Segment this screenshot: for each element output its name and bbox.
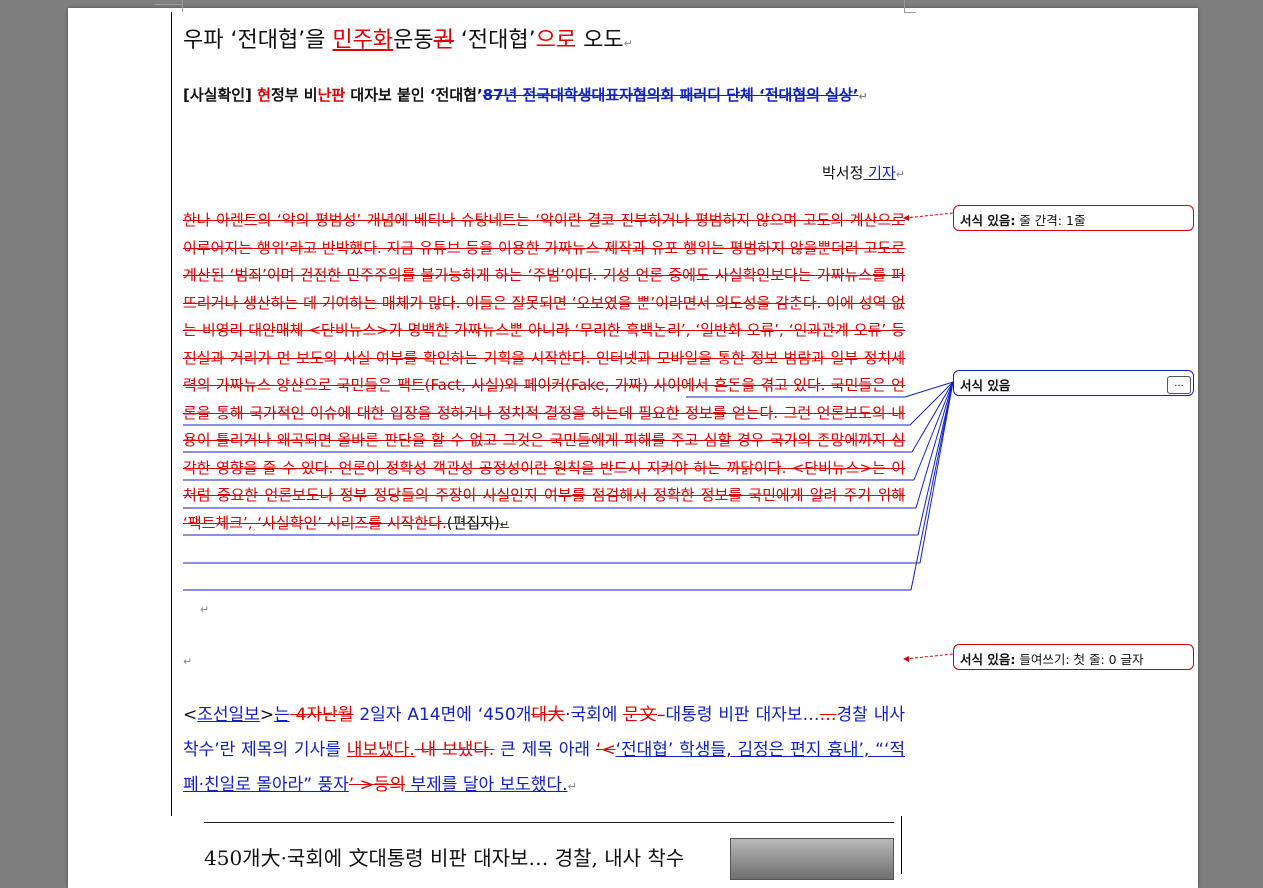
quote-deleted-bracket: ‘< [595, 740, 616, 760]
title-inserted-minjuhwa: 민주화 [332, 28, 394, 53]
quote-inserted-neun: 는 [274, 705, 290, 725]
title-inserted-euro: 으로 [535, 28, 577, 53]
quote-bracket-close: > [259, 705, 275, 725]
article-subtitle[interactable]: [사실확인] 현정부 비난판 대자보 붙인 ‘전대협’87년 전국대학생대표자협… [183, 80, 905, 112]
subtitle-text-2: 정부 비 [270, 86, 318, 104]
balloon-detail: 줄 간격: 1줄 [1015, 213, 1086, 228]
quote-deleted-dae: 대大 [531, 705, 566, 725]
reporter-name: 박서정 [822, 164, 864, 182]
subtitle-deleted-tail: 87년 전국대학생대표자협의회 패러디 단체 ‘전대협의 실상’ [482, 86, 859, 104]
quote-bracket-open: < [183, 705, 198, 725]
quote-text-5: 큰 제목 아래 [494, 740, 596, 760]
clipping-headline: 450개大·국회에 文대통령 비판 대자보… 경찰, 내사 착수 [204, 846, 685, 870]
title-text-4: 오도 [576, 28, 624, 53]
quote-deleted-nae-bonaetda: 내 보냈다. [414, 740, 495, 760]
balloon-label: 서식 있음: [960, 652, 1016, 667]
newspaper-clipping-image[interactable]: 450개大·국회에 文대통령 비판 대자보… 경찰, 내사 착수 [172, 816, 902, 880]
byline[interactable]: 박서정 기자↵ [700, 162, 905, 183]
balloon-label: 서식 있음: [960, 213, 1016, 228]
crop-mark-top-right [904, 0, 905, 12]
quote-text-2: ·국회에 [565, 705, 624, 725]
balloon-more-button[interactable]: ... [1167, 376, 1191, 394]
change-bar-left [171, 12, 172, 816]
quote-deleted-ellipsis: … [819, 705, 837, 725]
subtitle-inserted-nanpan: 난판 [317, 86, 346, 104]
quote-deleted-mun: 문文 [623, 705, 658, 725]
crop-mark-top-right-horizontal [904, 12, 916, 13]
title-text-1: 우파 ‘전대협’을 [183, 28, 333, 53]
empty-paragraph-mark[interactable]: ↵ [200, 603, 209, 616]
subtitle-text-3: 대자보 붙인 ‘전대협’ [345, 86, 483, 104]
chosun-quote-paragraph[interactable]: <조선일보>는 4자난월 2일자 A14면에 ‘450개대大·국회에 문文–대통… [183, 698, 905, 804]
image-border-right [901, 816, 902, 874]
title-text-2: 운동 [393, 28, 434, 53]
quote-deleted-bracket-2: ’ > [348, 775, 374, 795]
quote-text-6: 부제를 달아 보도했다. [405, 775, 568, 795]
deleted-body-text: 한나 아렌트의 ‘악의 평범성’ 개념에 베티나 슈탕네트는 ‘악이란 결코 진… [183, 211, 905, 532]
crop-mark-top-left-vertical [182, 0, 183, 12]
empty-paragraph-mark[interactable]: ↵ [183, 655, 192, 668]
quote-newspaper-name: 조선일보 [197, 705, 260, 725]
article-title[interactable]: 우파 ‘전대협’을 민주화운동권 ‘전대협’으로 오도↵ [183, 22, 905, 54]
paragraph-mark: ↵ [567, 780, 577, 793]
quote-text-3: –대통령 비판 대자보… [657, 705, 820, 725]
subtitle-inserted-hyeon: 현 [257, 86, 271, 104]
paragraph-mark: ↵ [623, 37, 633, 50]
paragraph-mark: ↵ [895, 168, 905, 181]
clipping-rule [204, 822, 894, 823]
balloon-label: 서식 있음 [960, 378, 1011, 393]
format-balloon-indent[interactable]: 서식 있음: 들여쓰기: 첫 줄: 0 글자 [953, 644, 1194, 670]
title-deleted-gwon: 권 [433, 28, 454, 53]
quote-deleted-deungui: 등의 [373, 775, 406, 795]
markup-pane [916, 8, 1198, 888]
editor-note-deleted-paragraph[interactable]: 한나 아렌트의 ‘악의 평범성’ 개념에 베티나 슈탕네트는 ‘악이란 결코 진… [183, 207, 905, 538]
crop-mark-top-left [154, 4, 182, 5]
paragraph-mark: ↵ [858, 90, 868, 103]
editor-tag: (편집자) [446, 513, 500, 532]
paragraph-mark: ↵ [499, 517, 510, 531]
quote-deleted-date: 4자난월 [289, 705, 354, 725]
quote-text-1: 2일자 A14면에 ‘450개 [353, 705, 532, 725]
subtitle-text-1: [사실확인] [183, 86, 258, 104]
title-text-3: ‘전대협’ [453, 28, 536, 53]
reporter-role-inserted: 기자 [863, 164, 896, 182]
format-balloon-line-spacing[interactable]: 서식 있음: 줄 간격: 1줄 [953, 205, 1194, 231]
quote-inserted-naebonaetda: 내보냈다. [346, 740, 415, 760]
format-balloon-formatted[interactable]: 서식 있음 ... [953, 370, 1194, 396]
balloon-detail: 들여쓰기: 첫 줄: 0 글자 [1015, 652, 1144, 667]
